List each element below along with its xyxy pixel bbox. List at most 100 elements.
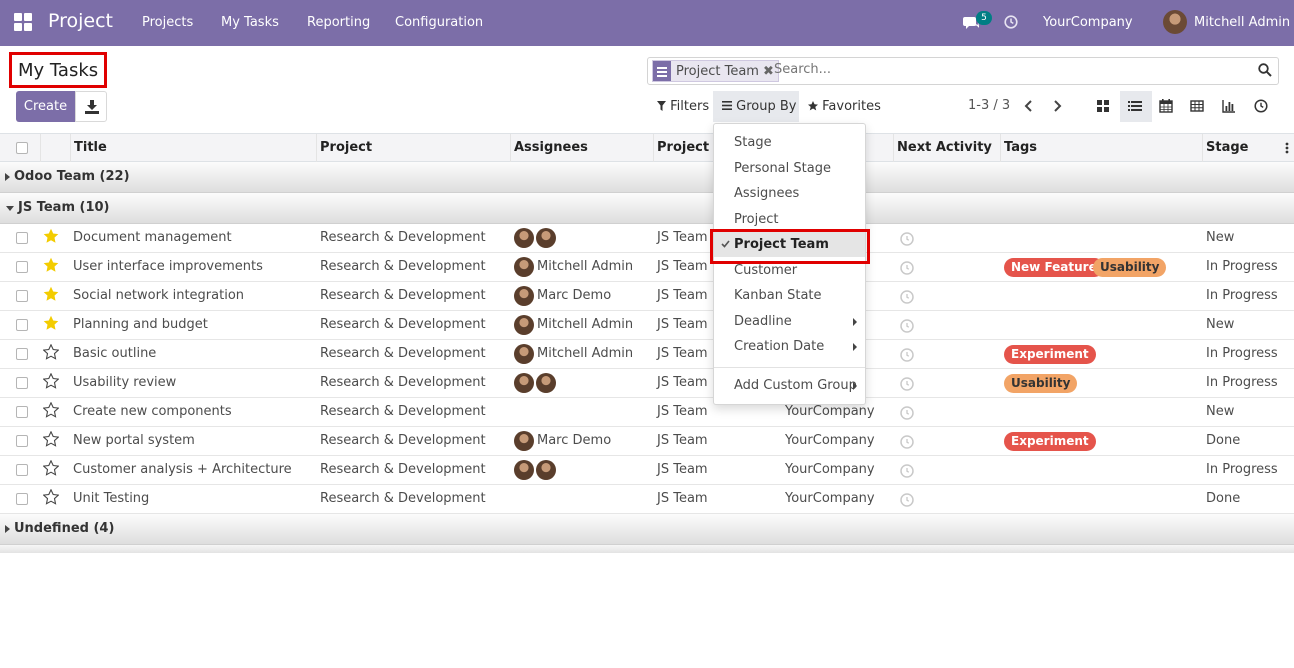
calendar-icon — [1159, 99, 1173, 113]
table-row[interactable]: Customer analysis + Architecture Research… — [0, 456, 1294, 485]
menu-configuration[interactable]: Configuration — [395, 15, 483, 30]
column-project-team[interactable]: Project Te — [653, 134, 713, 162]
assignee-name: Mitchell Admin — [537, 346, 634, 361]
task-title: Create new components — [73, 404, 232, 419]
column-next-activity[interactable]: Next Activity — [893, 134, 1000, 162]
column-project[interactable]: Project — [316, 134, 510, 162]
calendar-view-button[interactable] — [1151, 91, 1183, 122]
star-outline-icon[interactable] — [43, 402, 59, 418]
activity-clock-icon[interactable] — [900, 290, 914, 304]
table-row[interactable]: Document management Research & Developmen… — [0, 224, 1294, 253]
groupby-option-stage[interactable]: Stage — [714, 130, 865, 155]
table-row[interactable]: New portal system Research & Development M… — [0, 427, 1294, 456]
row-checkbox[interactable] — [16, 261, 28, 273]
column-tags[interactable]: Tags — [1000, 134, 1202, 162]
groupby-option-personal-stage[interactable]: Personal Stage — [714, 156, 865, 181]
task-project: Research & Development — [320, 230, 486, 245]
app-brand[interactable]: Project — [48, 10, 113, 32]
top-navbar: Project Projects My Tasks Reporting Conf… — [0, 0, 1294, 46]
group-row-js-team[interactable]: JS Team (10) — [0, 193, 1294, 224]
search-input[interactable] — [774, 62, 1234, 77]
table-row[interactable]: Usability review Research & Development JS… — [0, 369, 1294, 398]
row-checkbox[interactable] — [16, 319, 28, 331]
activity-clock-icon[interactable] — [900, 232, 914, 246]
groupby-option-deadline[interactable]: Deadline — [714, 309, 865, 334]
row-checkbox[interactable] — [16, 493, 28, 505]
column-stage[interactable]: Stage — [1202, 134, 1280, 162]
app-menu-icon[interactable] — [14, 13, 34, 33]
table-row[interactable]: Basic outline Research & Development Mitch… — [0, 340, 1294, 369]
kanban-view-button[interactable] — [1088, 91, 1120, 122]
filter-icon — [657, 101, 666, 111]
table-row[interactable]: Unit Testing Research & Development JS Tea… — [0, 485, 1294, 514]
group-row-odoo-team[interactable]: Odoo Team (22) — [0, 162, 1294, 193]
star-outline-icon[interactable] — [43, 460, 59, 476]
menu-my-tasks[interactable]: My Tasks — [221, 15, 279, 30]
export-button[interactable] — [75, 91, 107, 122]
user-menu[interactable]: Mitchell Admin — [1194, 15, 1290, 30]
add-custom-group[interactable]: Add Custom Group — [714, 373, 865, 398]
pager-next-icon[interactable] — [1047, 96, 1067, 116]
task-list: Title Project Assignees Project Te Next … — [0, 133, 1294, 553]
favorites-button[interactable]: Favorites — [799, 91, 885, 122]
task-project-team: JS Team — [657, 230, 708, 245]
filters-button[interactable]: Filters — [647, 91, 713, 122]
row-checkbox[interactable] — [16, 464, 28, 476]
row-checkbox[interactable] — [16, 290, 28, 302]
search-icon[interactable] — [1258, 63, 1272, 77]
list-view-button[interactable] — [1120, 91, 1152, 122]
activity-clock-icon[interactable] — [900, 348, 914, 362]
user-avatar[interactable] — [1163, 10, 1187, 34]
star-filled-icon[interactable] — [43, 286, 59, 302]
menu-reporting[interactable]: Reporting — [307, 15, 370, 30]
activity-clock-icon[interactable] — [900, 406, 914, 420]
activity-clock-icon[interactable] — [1004, 15, 1018, 29]
row-checkbox[interactable] — [16, 435, 28, 447]
groupby-option-assignees[interactable]: Assignees — [714, 181, 865, 206]
select-all-checkbox[interactable] — [16, 142, 28, 154]
tag-badge: New Feature — [1004, 258, 1104, 277]
task-title: New portal system — [73, 433, 195, 448]
graph-view-button[interactable] — [1214, 91, 1246, 122]
create-button[interactable]: Create — [16, 91, 75, 122]
activity-clock-icon[interactable] — [900, 377, 914, 391]
row-checkbox[interactable] — [16, 377, 28, 389]
activity-view-button[interactable] — [1246, 91, 1278, 122]
activity-clock-icon[interactable] — [900, 464, 914, 478]
pager-previous-icon[interactable] — [1019, 96, 1039, 116]
star-outline-icon[interactable] — [43, 344, 59, 360]
group-row-undefined[interactable]: Undefined (4) — [0, 514, 1294, 545]
row-checkbox[interactable] — [16, 232, 28, 244]
group-by-button[interactable]: Group By — [713, 91, 799, 122]
pager-value[interactable]: 1-3 / 3 — [968, 98, 1010, 113]
task-stage: Done — [1206, 491, 1241, 506]
table-row[interactable]: User interface improvements Research & De… — [0, 253, 1294, 282]
activity-clock-icon[interactable] — [900, 261, 914, 275]
pivot-view-button[interactable] — [1182, 91, 1214, 122]
page-title: My Tasks — [9, 52, 108, 88]
activity-clock-icon[interactable] — [900, 493, 914, 507]
star-filled-icon[interactable] — [43, 315, 59, 331]
activity-clock-icon[interactable] — [900, 435, 914, 449]
groupby-option-kanban-state[interactable]: Kanban State — [714, 283, 865, 308]
star-outline-icon[interactable] — [43, 431, 59, 447]
activity-clock-icon[interactable] — [900, 319, 914, 333]
row-checkbox[interactable] — [16, 406, 28, 418]
table-row[interactable]: Social network integration Research & Dev… — [0, 282, 1294, 311]
column-title[interactable]: Title — [70, 134, 316, 162]
clock-icon — [1254, 99, 1268, 113]
table-row[interactable]: Planning and budget Research & Developmen… — [0, 311, 1294, 340]
menu-projects[interactable]: Projects — [142, 15, 193, 30]
star-filled-icon[interactable] — [43, 257, 59, 273]
star-filled-icon[interactable] — [43, 228, 59, 244]
task-project: Research & Development — [320, 462, 486, 477]
optional-columns-icon[interactable] — [1285, 142, 1289, 154]
row-checkbox[interactable] — [16, 348, 28, 360]
column-priority[interactable] — [40, 134, 70, 162]
table-row[interactable]: Create new components Research & Developm… — [0, 398, 1294, 427]
star-outline-icon[interactable] — [43, 489, 59, 505]
column-assignees[interactable]: Assignees — [510, 134, 653, 162]
groupby-option-creation-date[interactable]: Creation Date — [714, 334, 865, 359]
company-switcher[interactable]: YourCompany — [1043, 15, 1133, 30]
star-outline-icon[interactable] — [43, 373, 59, 389]
